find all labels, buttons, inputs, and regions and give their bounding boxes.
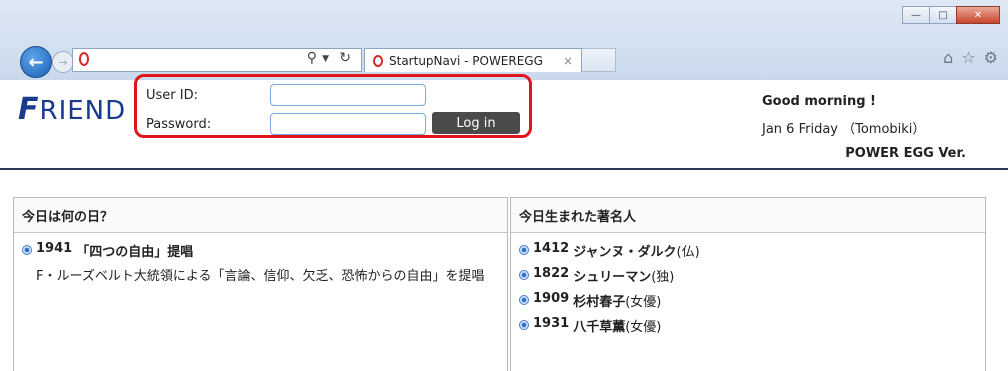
address-bar[interactable]: ⚲ ▼ ↻: [72, 48, 362, 72]
bullet-icon: [519, 245, 529, 255]
login-button[interactable]: Log in: [432, 112, 520, 134]
user-id-input[interactable]: [270, 84, 426, 106]
item-year: 1941: [36, 241, 73, 256]
item-note: (仏): [676, 245, 700, 260]
date-line: Jan 6 Friday （Tomobiki）: [762, 122, 926, 137]
bullet-icon: [519, 295, 529, 305]
item-year: 1909: [533, 291, 570, 306]
gear-icon[interactable]: ⚙: [984, 48, 998, 67]
greeting: Good morning !: [762, 94, 876, 109]
password-input[interactable]: [270, 113, 426, 135]
arrow-right-icon: →: [58, 55, 68, 69]
window-controls: — □ ✕: [902, 6, 1000, 24]
today-in-history-panel: 今日は何の日？ 1941 「四つの自由」提唱 F・ルーズベルト大統領による「言論…: [13, 197, 508, 371]
list-item: 1412 ジャンヌ・ダルク (仏): [519, 241, 977, 260]
site-logo-icon: [373, 54, 383, 67]
refresh-icon[interactable]: ↻: [339, 50, 351, 66]
item-note: (独): [651, 270, 675, 285]
password-label: Password:: [146, 117, 212, 132]
list-item: 1909 杉村春子 (女優): [519, 291, 977, 310]
browser-chrome: — □ ✕ ← → ⚲ ▼ ↻ StartupNavi - POWEREGG ×…: [0, 0, 1008, 80]
minimize-button[interactable]: —: [902, 6, 930, 24]
star-icon[interactable]: ☆: [961, 48, 975, 67]
panel-title: 今日は何の日？: [14, 198, 507, 233]
item-name: シュリーマン: [573, 270, 652, 285]
toolbar-icons: ⌂ ☆ ⚙: [943, 48, 998, 67]
friend-logo: FRIEND: [18, 92, 126, 127]
list-item: 1931 八千草薫 (女優): [519, 316, 977, 335]
back-button[interactable]: ←: [20, 46, 52, 78]
famous-births-panel: 今日生まれた著名人 1412 ジャンヌ・ダルク (仏) 1822 シュリーマン …: [510, 197, 986, 371]
item-title: 「四つの自由」提唱: [76, 245, 194, 260]
version-label: POWER EGG Ver.: [845, 146, 966, 161]
item-year: 1412: [533, 241, 570, 256]
item-year: 1931: [533, 316, 570, 331]
logo-text: RIEND: [39, 96, 127, 126]
item-note: (女優): [625, 295, 662, 310]
forward-button[interactable]: →: [52, 51, 74, 73]
close-tab-icon[interactable]: ×: [563, 54, 573, 68]
item-note: (女優): [625, 320, 662, 335]
item-name: ジャンヌ・ダルク: [573, 245, 677, 260]
bullet-icon: [519, 270, 529, 280]
maximize-button[interactable]: □: [929, 6, 957, 24]
list-item: 1941 「四つの自由」提唱: [22, 241, 499, 260]
item-year: 1822: [533, 266, 570, 281]
close-window-button[interactable]: ✕: [956, 6, 1000, 24]
chevron-down-icon[interactable]: ▼: [322, 54, 329, 64]
bullet-icon: [22, 245, 32, 255]
logo-letter: F: [18, 92, 40, 127]
item-name: 八千草薫: [573, 320, 626, 335]
page-header: FRIEND User ID: Password: Log in Good mo…: [0, 74, 1008, 170]
item-name: 杉村春子: [573, 295, 626, 310]
tab-startupnavi[interactable]: StartupNavi - POWEREGG ×: [364, 48, 582, 72]
panel-title: 今日生まれた著名人: [511, 198, 985, 233]
bullet-icon: [519, 320, 529, 330]
new-tab-button[interactable]: [582, 48, 616, 72]
site-logo-icon: [79, 52, 89, 66]
list-item: 1822 シュリーマン (独): [519, 266, 977, 285]
page-content: FRIEND User ID: Password: Log in Good mo…: [0, 74, 1008, 371]
search-icon[interactable]: ⚲: [307, 50, 317, 66]
item-description: F・ルーズベルト大統領による「言論、信仰、欠乏、恐怖からの自由」を提唱: [36, 269, 485, 284]
tab-title: StartupNavi - POWEREGG: [389, 53, 543, 68]
home-icon[interactable]: ⌂: [943, 48, 953, 67]
arrow-left-icon: ←: [28, 51, 44, 73]
user-id-label: User ID:: [146, 88, 198, 103]
